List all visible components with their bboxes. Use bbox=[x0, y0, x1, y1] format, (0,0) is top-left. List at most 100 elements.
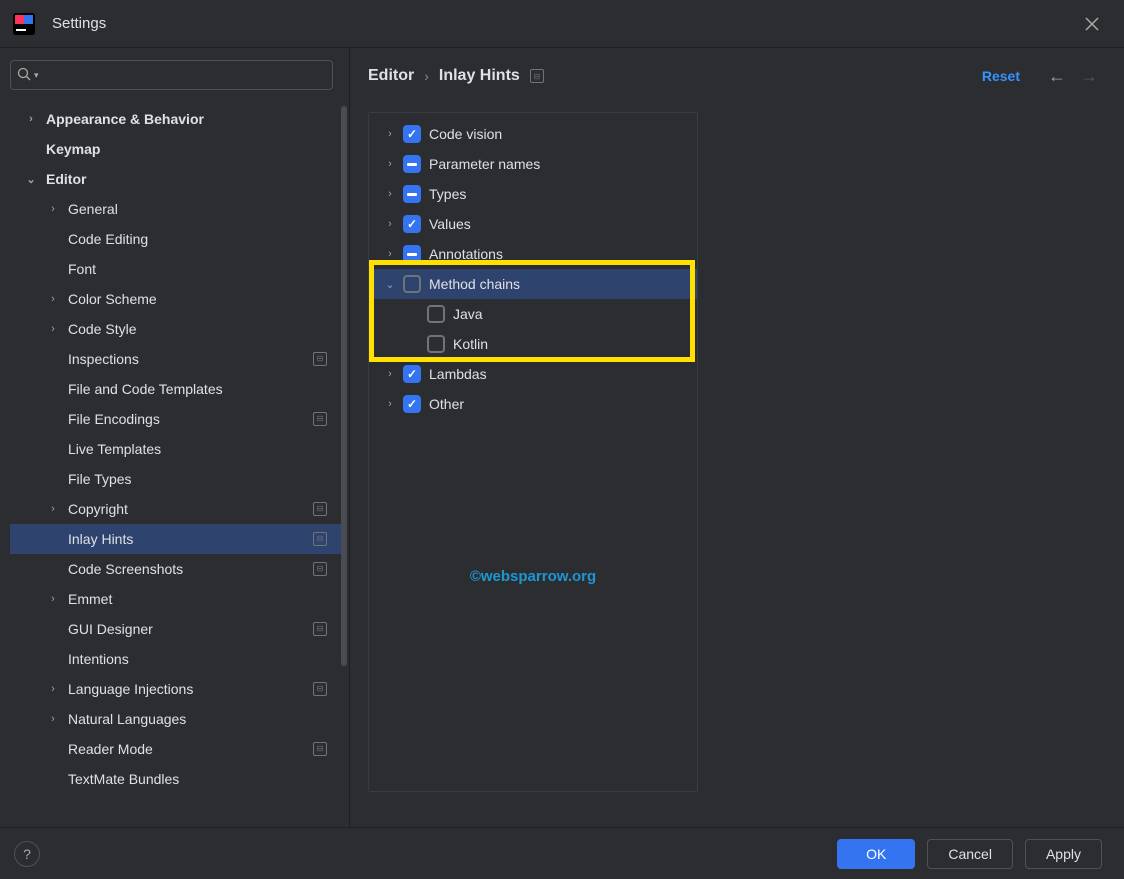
option-kotlin[interactable]: Kotlin bbox=[369, 329, 697, 359]
close-icon[interactable] bbox=[1072, 4, 1112, 44]
sidebar-item-copyright[interactable]: ›Copyright bbox=[10, 494, 343, 524]
chevron-right-icon[interactable]: › bbox=[383, 398, 397, 410]
help-icon[interactable]: ? bbox=[14, 841, 40, 867]
chevron-down-icon[interactable]: ⌄ bbox=[24, 173, 38, 186]
sidebar-item-reader-mode[interactable]: Reader Mode bbox=[10, 734, 343, 764]
sidebar-item-font[interactable]: Font bbox=[10, 254, 343, 284]
sidebar-item-label: Code Style bbox=[68, 321, 327, 337]
settings-tree[interactable]: › Appearance & Behavior Keymap ⌄Editor › Gene… bbox=[10, 104, 343, 827]
footer: ? OK Cancel Apply bbox=[0, 827, 1124, 879]
nav-back-icon[interactable]: ← bbox=[1048, 66, 1066, 87]
sidebar-item-label: Keymap bbox=[46, 141, 327, 157]
checkbox[interactable] bbox=[427, 305, 445, 323]
chevron-right-icon[interactable]: › bbox=[46, 713, 60, 725]
option-label: Types bbox=[429, 186, 466, 202]
sidebar-item-language-injections[interactable]: ›Language Injections bbox=[10, 674, 343, 704]
sidebar-item-label: Font bbox=[68, 261, 327, 277]
watermark-text: ©websparrow.org bbox=[470, 568, 596, 585]
sidebar-item-label: Reader Mode bbox=[68, 741, 307, 757]
checkbox[interactable] bbox=[427, 335, 445, 353]
sidebar-item-keymap[interactable]: Keymap bbox=[10, 134, 343, 164]
option-types[interactable]: › Types bbox=[369, 179, 697, 209]
nav-arrows: ← → bbox=[1048, 66, 1098, 87]
search-dropdown-icon[interactable]: ▾ bbox=[34, 70, 39, 81]
checkbox[interactable] bbox=[403, 365, 421, 383]
chevron-right-icon[interactable]: › bbox=[46, 593, 60, 605]
chevron-down-icon[interactable]: ⌄ bbox=[383, 278, 397, 291]
option-label: Values bbox=[429, 216, 471, 232]
cancel-button[interactable]: Cancel bbox=[927, 839, 1013, 869]
chevron-right-icon[interactable]: › bbox=[46, 683, 60, 695]
project-scope-icon bbox=[530, 69, 544, 83]
sidebar-item-inlay-hints[interactable]: Inlay Hints bbox=[10, 524, 343, 554]
option-annotations[interactable]: ›Annotations bbox=[369, 239, 697, 269]
checkbox[interactable] bbox=[403, 395, 421, 413]
sidebar-item-label: Inspections bbox=[68, 351, 307, 367]
sidebar-item-file-types[interactable]: File Types bbox=[10, 464, 343, 494]
option-values[interactable]: › Values bbox=[369, 209, 697, 239]
chevron-right-icon[interactable]: › bbox=[46, 203, 60, 215]
scrollbar[interactable] bbox=[341, 106, 347, 666]
chevron-right-icon[interactable]: › bbox=[383, 368, 397, 380]
sidebar-item-editor[interactable]: ⌄Editor bbox=[10, 164, 343, 194]
sidebar-item-code-editing[interactable]: Code Editing bbox=[10, 224, 343, 254]
sidebar-item-label: General bbox=[68, 201, 327, 217]
checkbox[interactable] bbox=[403, 275, 421, 293]
option-label: Parameter names bbox=[429, 156, 540, 172]
chevron-right-icon: › bbox=[424, 68, 429, 84]
checkbox[interactable] bbox=[403, 155, 421, 173]
chevron-right-icon[interactable]: › bbox=[383, 128, 397, 140]
chevron-right-icon[interactable]: › bbox=[46, 323, 60, 335]
option-lambdas[interactable]: ›Lambdas bbox=[369, 359, 697, 389]
sidebar-item-appearance-behavior[interactable]: › Appearance & Behavior bbox=[10, 104, 343, 134]
sidebar-item-emmet[interactable]: › Emmet bbox=[10, 584, 343, 614]
chevron-right-icon[interactable]: › bbox=[383, 248, 397, 260]
chevron-right-icon[interactable]: › bbox=[46, 503, 60, 515]
sidebar-item-gui-designer[interactable]: GUI Designer bbox=[10, 614, 343, 644]
chevron-right-icon[interactable]: › bbox=[24, 113, 38, 125]
sidebar-item-live-templates[interactable]: Live Templates bbox=[10, 434, 343, 464]
chevron-right-icon[interactable]: › bbox=[46, 293, 60, 305]
apply-button[interactable]: Apply bbox=[1025, 839, 1102, 869]
option-label: Kotlin bbox=[453, 336, 488, 352]
checkbox[interactable] bbox=[403, 185, 421, 203]
breadcrumb-current: Inlay Hints bbox=[439, 67, 520, 85]
content-area: ▾ ›Appearance & BehaviorKeymap⌄Editor›Ge… bbox=[0, 48, 1124, 827]
reset-button[interactable]: Reset bbox=[982, 68, 1020, 84]
option-label: Code vision bbox=[429, 126, 502, 142]
project-scope-icon bbox=[313, 352, 327, 366]
sidebar-item-textmate-bundles[interactable]: TextMate Bundles bbox=[10, 764, 343, 794]
option-java[interactable]: Java bbox=[369, 299, 697, 329]
project-scope-icon bbox=[313, 742, 327, 756]
checkbox[interactable] bbox=[403, 215, 421, 233]
option-code-vision[interactable]: › Code vision bbox=[369, 119, 697, 149]
sidebar-item-label: Emmet bbox=[68, 591, 327, 607]
option-parameter-names[interactable]: › Parameter names bbox=[369, 149, 697, 179]
sidebar-item-natural-languages[interactable]: ›Natural Languages bbox=[10, 704, 343, 734]
sidebar-item-code-screenshots[interactable]: Code Screenshots bbox=[10, 554, 343, 584]
sidebar-item-label: Color Scheme bbox=[68, 291, 327, 307]
breadcrumb-root[interactable]: Editor bbox=[368, 67, 414, 85]
sidebar-item-label: File and Code Templates bbox=[68, 381, 327, 397]
sidebar-item-label: TextMate Bundles bbox=[68, 771, 327, 787]
checkbox[interactable] bbox=[403, 125, 421, 143]
checkbox[interactable] bbox=[403, 245, 421, 263]
sidebar-item-general[interactable]: › General bbox=[10, 194, 343, 224]
chevron-right-icon[interactable]: › bbox=[383, 218, 397, 230]
sidebar-item-file-encodings[interactable]: File Encodings bbox=[10, 404, 343, 434]
option-other[interactable]: ›Other bbox=[369, 389, 697, 419]
sidebar-item-color-scheme[interactable]: › Color Scheme bbox=[10, 284, 343, 314]
chevron-right-icon[interactable]: › bbox=[383, 158, 397, 170]
project-scope-icon bbox=[313, 562, 327, 576]
sidebar-item-code-style[interactable]: › Code Style bbox=[10, 314, 343, 344]
sidebar-item-inspections[interactable]: Inspections bbox=[10, 344, 343, 374]
ok-button[interactable]: OK bbox=[837, 839, 915, 869]
sidebar-item-label: Appearance & Behavior bbox=[46, 111, 327, 127]
sidebar-item-label: Inlay Hints bbox=[68, 531, 307, 547]
search-input[interactable]: ▾ bbox=[10, 60, 333, 90]
sidebar-item-file-and-code-templates[interactable]: File and Code Templates bbox=[10, 374, 343, 404]
sidebar-item-intentions[interactable]: Intentions bbox=[10, 644, 343, 674]
option-method-chains[interactable]: ⌄Method chains bbox=[369, 269, 697, 299]
sidebar-item-label: File Encodings bbox=[68, 411, 307, 427]
chevron-right-icon[interactable]: › bbox=[383, 188, 397, 200]
